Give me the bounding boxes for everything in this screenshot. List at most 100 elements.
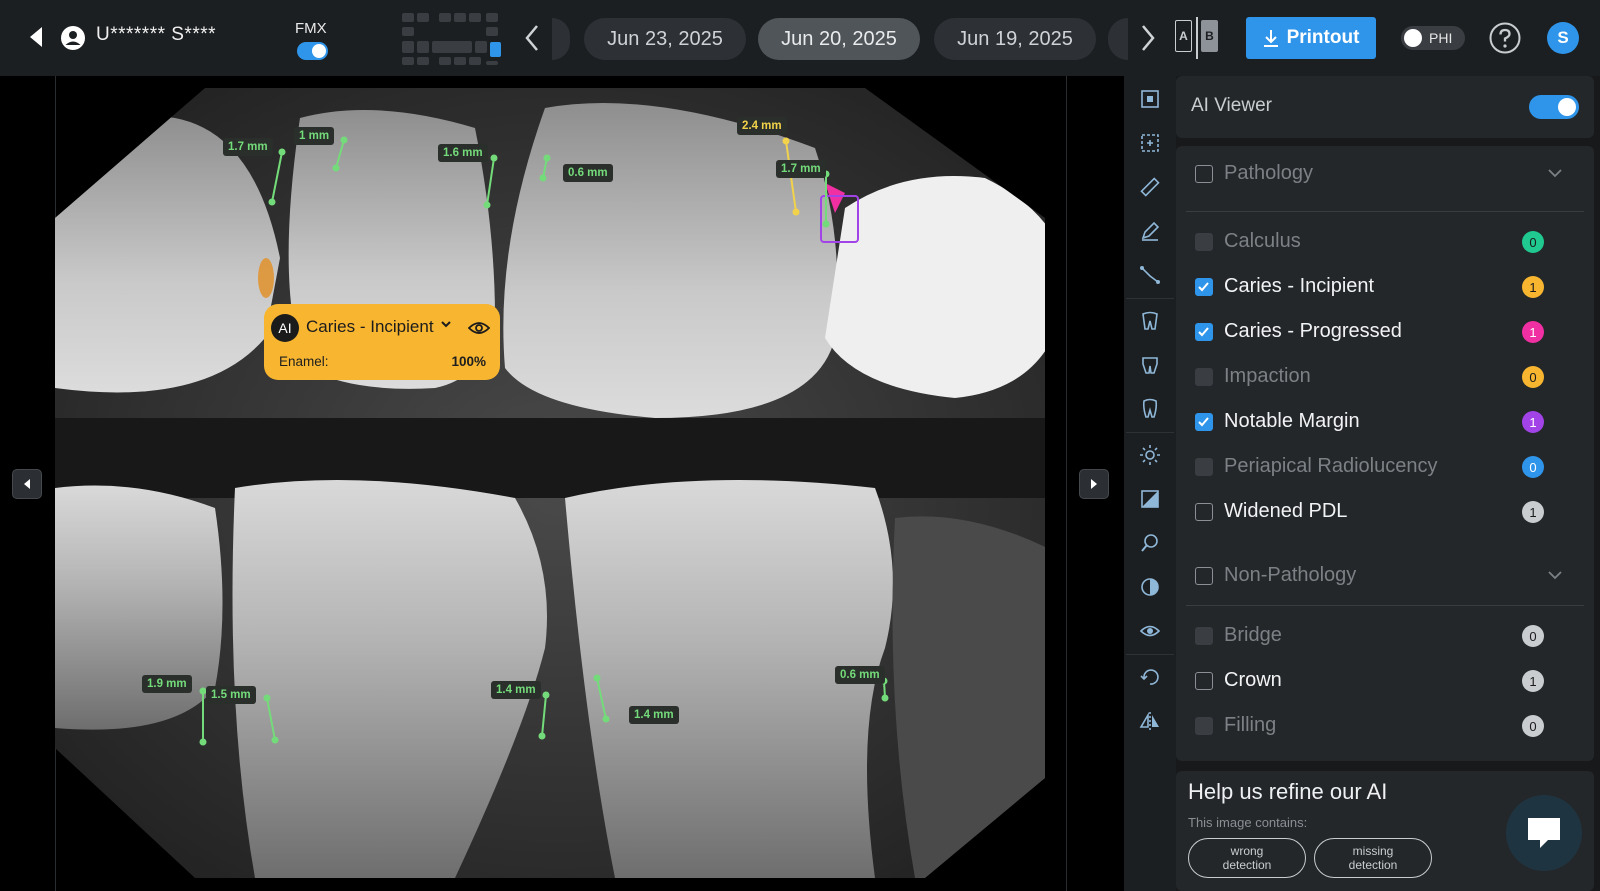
finding-row-caries-progressed[interactable]: Caries - Progressed 1 [1176,312,1594,352]
back-arrow-icon[interactable] [28,26,44,48]
finding-checkbox[interactable] [1195,233,1213,251]
phi-toggle[interactable]: PHI [1401,26,1465,50]
finding-row-periapical-radiolucency[interactable]: Periapical Radiolucency 0 [1176,447,1594,487]
chevron-down-icon[interactable] [1548,168,1562,178]
finding-checkbox[interactable] [1195,368,1213,386]
date-pill-jun-19[interactable]: Jun 19, 2025 [934,18,1096,60]
histogram-icon[interactable] [1139,488,1161,510]
wrong-detection-line2: detection [1222,858,1272,872]
finding-row-bridge[interactable]: Bridge 0 [1176,616,1594,656]
non-pathology-group-header[interactable]: Non-Pathology [1176,556,1594,596]
phi-label: PHI [1429,30,1453,46]
xray-viewer[interactable]: 1.7 mm 1 mm 1.6 mm 0.6 mm 2.4 mm 1.7 mm … [0,76,1124,891]
help-icon[interactable] [1489,22,1521,54]
tools-column [1124,76,1176,891]
tooth-root-icon[interactable] [1139,398,1161,420]
finding-count-badge: 0 [1522,456,1544,478]
fmx-toggle[interactable] [297,42,328,60]
finding-checkbox[interactable] [1195,458,1213,476]
finding-count-badge: 0 [1522,231,1544,253]
measurement-label[interactable]: 1 mm [294,127,335,145]
measurement-label[interactable]: 1.4 mm [491,681,541,699]
date-pill-previous-partial[interactable] [552,18,570,60]
ai-detection-type-dropdown[interactable]: Caries - Incipient [306,317,434,337]
chevron-left-icon[interactable] [520,22,544,54]
finding-count-badge: 1 [1522,411,1544,433]
ruler-icon[interactable] [1139,176,1161,198]
select-area-icon[interactable] [1139,132,1161,154]
date-pill-next-partial[interactable] [1108,18,1128,60]
previous-image-button[interactable] [12,469,42,499]
contrast-icon[interactable] [1139,576,1161,598]
zoom-icon[interactable] [1139,532,1161,554]
avatar[interactable]: S [1547,22,1579,54]
tooth-upper-icon[interactable] [1139,310,1161,332]
finding-label: Widened PDL [1224,500,1348,522]
finding-row-impaction[interactable]: Impaction 0 [1176,357,1594,397]
measurement-label[interactable]: 0.6 mm [835,666,885,684]
ai-viewer-toggle[interactable] [1529,95,1579,119]
finding-checkbox[interactable] [1195,503,1213,521]
finding-label: Crown [1224,669,1282,691]
finding-row-widened-pdl[interactable]: Widened PDL 1 [1176,492,1594,532]
finding-row-calculus[interactable]: Calculus 0 [1176,222,1594,262]
date-pill-jun-20[interactable]: Jun 20, 2025 [758,18,920,60]
missing-detection-button[interactable]: missing detection [1314,838,1432,878]
finding-row-notable-margin[interactable]: Notable Margin 1 [1176,402,1594,442]
non-pathology-label: Non-Pathology [1224,564,1357,586]
measurement-label[interactable]: 2.4 mm [737,117,787,135]
wrong-detection-button[interactable]: wrong detection [1188,838,1306,878]
eye-icon[interactable] [468,320,490,336]
pathology-checkbox[interactable] [1195,165,1213,183]
check-icon [1198,282,1209,292]
angle-icon[interactable] [1139,264,1161,286]
finding-count-badge: 1 [1522,501,1544,523]
finding-label: Impaction [1224,365,1311,387]
measurement-label[interactable]: 1.4 mm [629,706,679,724]
measurement-label[interactable]: 1.7 mm [223,138,273,156]
compare-ab-toggle[interactable]: A B [1173,17,1223,59]
printout-label: Printout [1286,27,1360,48]
date-pill-jun-23[interactable]: Jun 23, 2025 [584,18,746,60]
crop-icon[interactable] [1139,88,1161,110]
printout-button[interactable]: Printout [1246,17,1376,59]
next-image-button[interactable] [1079,469,1109,499]
measurement-label[interactable]: 1.6 mm [438,144,488,162]
findings-list: Pathology Calculus 0 Caries - Incipient … [1176,146,1594,761]
top-bar: U******* S**** FMX Jun 23, 2025 Jun 20, … [0,0,1600,76]
visibility-icon[interactable] [1139,620,1161,642]
finding-row-filling[interactable]: Filling 0 [1176,706,1594,746]
non-pathology-checkbox[interactable] [1195,567,1213,585]
patient-name: U******* S**** [96,24,217,45]
rotate-icon[interactable] [1139,666,1161,688]
finding-checkbox[interactable] [1195,672,1213,690]
finding-row-caries-incipient[interactable]: Caries - Incipient 1 [1176,267,1594,307]
finding-checkbox[interactable] [1195,323,1213,341]
chevron-down-icon[interactable] [440,318,452,330]
finding-label: Caries - Incipient [1224,275,1375,297]
chevron-right-icon[interactable] [1136,22,1160,54]
bitewing-xray-image[interactable] [55,88,1067,878]
ai-detection-popup[interactable]: AI Caries - Incipient Enamel: 100% [264,304,500,380]
tooth-lower-icon[interactable] [1139,354,1161,376]
chat-button[interactable] [1506,795,1582,871]
measurement-label[interactable]: 0.6 mm [563,164,613,182]
pathology-group-header[interactable]: Pathology [1176,154,1594,194]
measurement-label[interactable]: 1.9 mm [142,675,192,693]
chevron-down-icon[interactable] [1548,570,1562,580]
flip-icon[interactable] [1139,710,1161,732]
brightness-icon[interactable] [1139,444,1161,466]
measurement-label[interactable]: 1.7 mm [776,160,826,178]
fmx-layout-thumbnail[interactable] [402,13,504,65]
finding-label: Calculus [1224,230,1301,252]
measurement-label[interactable]: 1.5 mm [206,686,256,704]
finding-row-crown[interactable]: Crown 1 [1176,661,1594,701]
feedback-title: Help us refine our AI [1188,779,1388,804]
finding-checkbox[interactable] [1195,278,1213,296]
user-icon [61,26,85,50]
pen-icon[interactable] [1139,220,1161,242]
finding-checkbox[interactable] [1195,627,1213,645]
findings-panel: AI Viewer Pathology Calculus 0 Caries - … [1176,76,1600,891]
finding-checkbox[interactable] [1195,717,1213,735]
finding-checkbox[interactable] [1195,413,1213,431]
